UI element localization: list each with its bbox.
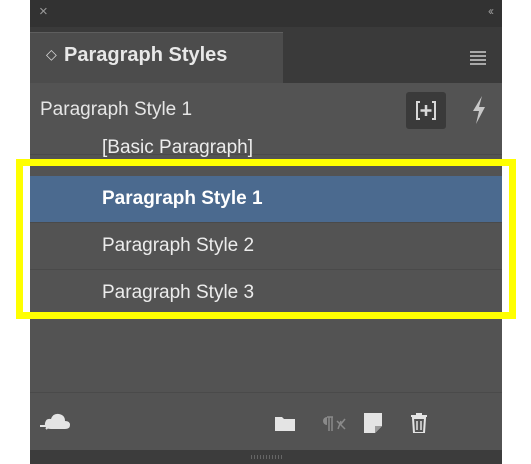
delete-style-icon[interactable] (410, 412, 428, 438)
tab-label: Paragraph Styles (64, 44, 228, 66)
list-item-label: Paragraph Style 3 (102, 282, 255, 303)
list-item-paragraph-style-3[interactable]: Paragraph Style 3 (30, 270, 502, 317)
list-item-basic-paragraph[interactable]: [Basic Paragraph] (30, 137, 502, 158)
panel-titlebar: × ‹‹ (30, 0, 502, 27)
panel-tab-row: ◇ Paragraph Styles (30, 27, 502, 83)
tab-paragraph-styles[interactable]: ◇ Paragraph Styles (30, 32, 283, 83)
current-style-label: Paragraph Style 1 (40, 99, 193, 120)
list-item-label: [Basic Paragraph] (102, 137, 254, 158)
tab-chevron-icon: ◇ (46, 46, 57, 62)
current-style-row: Paragraph Style 1 (30, 83, 502, 139)
styles-list: [Basic Paragraph] Paragraph Style 1 Para… (30, 137, 502, 379)
panel-menu-icon[interactable] (470, 51, 486, 65)
panel-bottom-toolbar (30, 392, 502, 450)
new-style-group-icon[interactable] (275, 415, 295, 436)
list-item-paragraph-style-2[interactable]: Paragraph Style 2 (30, 223, 502, 270)
list-item-paragraph-style-1[interactable]: Paragraph Style 1 (30, 176, 502, 223)
close-icon[interactable]: × (39, 4, 48, 19)
list-item-label: Paragraph Style 2 (102, 235, 255, 256)
collapse-icon[interactable]: ‹‹ (488, 5, 494, 17)
grip-icon (251, 455, 283, 459)
cc-libraries-cloud-icon[interactable] (40, 411, 72, 438)
new-style-icon[interactable] (364, 413, 382, 438)
quick-apply-icon[interactable] (471, 95, 487, 130)
new-style-from-selection-button[interactable] (406, 92, 446, 129)
new-style-from-selection-icon (416, 101, 436, 120)
paragraph-styles-panel: × ‹‹ ◇ Paragraph Styles Paragraph Style … (30, 0, 502, 464)
panel-resize-handle[interactable] (30, 450, 502, 464)
clear-overrides-icon[interactable] (321, 415, 347, 436)
list-item-label: Paragraph Style 1 (102, 188, 263, 209)
